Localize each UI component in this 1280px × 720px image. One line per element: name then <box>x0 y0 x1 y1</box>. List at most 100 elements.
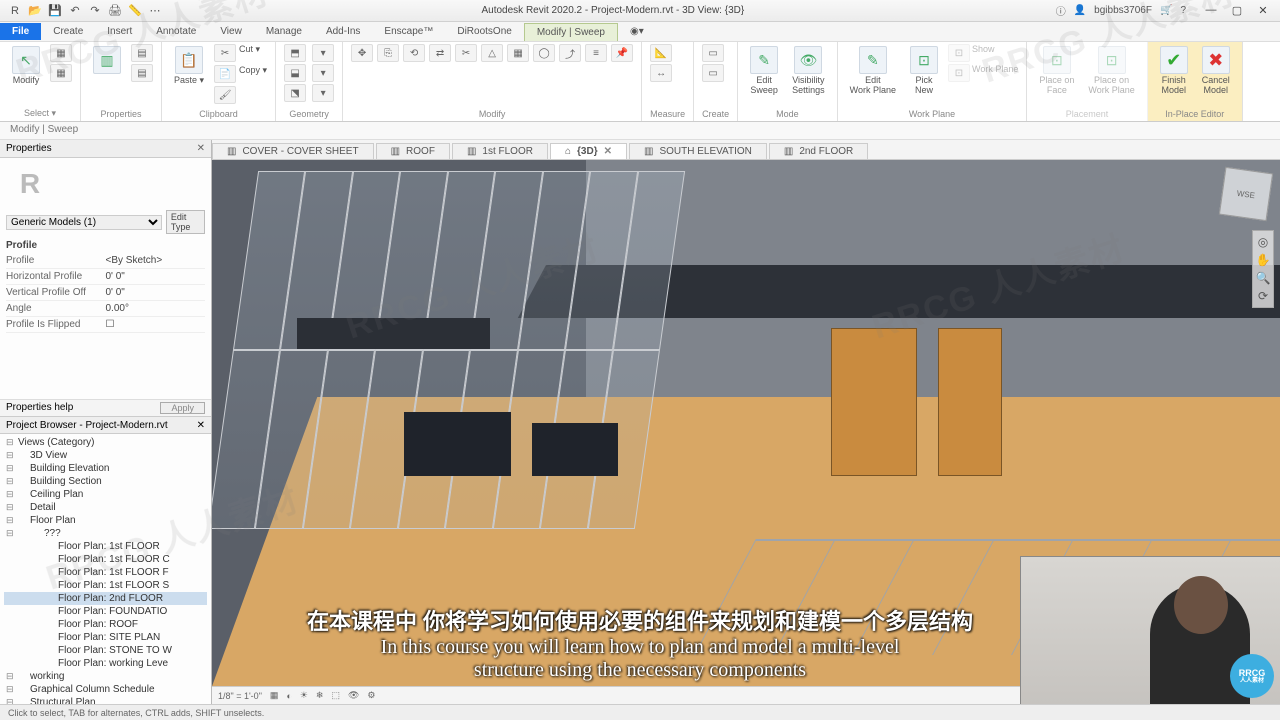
reveal-icon[interactable]: ⚙ <box>367 690 375 701</box>
scale-icon[interactable]: ◯ <box>533 44 555 62</box>
panel-measure: 📐↔ Measure <box>642 42 694 121</box>
pan-icon[interactable]: ✋ <box>1255 253 1271 267</box>
file-menu[interactable]: File <box>0 23 41 40</box>
copy-icon[interactable]: 📄 <box>214 65 236 83</box>
detail-level-icon[interactable]: ▦ <box>270 690 279 701</box>
trim-icon[interactable]: ✂ <box>455 44 477 62</box>
cancel-model-button[interactable]: ✖Cancel Model <box>1198 44 1234 98</box>
pin-icon[interactable]: 📌 <box>611 44 633 62</box>
view-cube[interactable]: WSE <box>1219 167 1273 221</box>
print-icon[interactable]: 🖨 <box>108 4 122 18</box>
rrcg-logo-icon: RRCG人人素材 <box>1230 654 1274 698</box>
save-icon[interactable]: 💾 <box>48 4 62 18</box>
select-opt2-icon[interactable]: ▦ <box>50 64 72 82</box>
menu-extra[interactable]: ◉▾ <box>618 23 656 40</box>
offset-icon[interactable]: ⤴ <box>559 44 581 62</box>
create1-icon[interactable]: ▭ <box>702 44 724 62</box>
tab-cover[interactable]: ▥COVER - COVER SHEET <box>212 143 374 159</box>
project-browser-close-icon[interactable]: ✕ <box>197 420 205 431</box>
menu-modify-sweep[interactable]: Modify | Sweep <box>524 23 618 41</box>
aligned-dim-icon[interactable]: 📐 <box>650 44 672 62</box>
finish-model-button[interactable]: ✔Finish Model <box>1156 44 1192 98</box>
menu-enscape[interactable]: Enscape™ <box>372 23 445 40</box>
type-prop-icon[interactable]: ▤ <box>131 44 153 62</box>
copytool-icon[interactable]: ⎘ <box>377 44 399 62</box>
cut-icon[interactable]: ✂ <box>214 44 236 62</box>
tab-south-elevation[interactable]: ▥SOUTH ELEVATION <box>629 143 767 159</box>
edit-type-button[interactable]: Edit Type <box>166 210 205 234</box>
tab-3d[interactable]: ⌂{3D}✕ <box>550 143 627 159</box>
menu-bar: File Create Insert Annotate View Manage … <box>0 22 1280 42</box>
table <box>297 318 489 350</box>
project-browser-tree[interactable]: Views (Category) 3D View Building Elevat… <box>0 434 211 704</box>
cope-icon[interactable]: ⬒ <box>284 44 306 62</box>
orbit-icon[interactable]: ⟳ <box>1255 289 1271 303</box>
mirror-icon[interactable]: ⇄ <box>429 44 451 62</box>
create2-icon[interactable]: ▭ <box>702 64 724 82</box>
ribbon: ↖Modify ▦▦ Select ▾ ▥ ▤▤ Properties 📋Pas… <box>0 42 1280 122</box>
menu-insert[interactable]: Insert <box>95 23 144 40</box>
navigation-bar[interactable]: ◎ ✋ 🔍 ⟳ <box>1252 230 1274 308</box>
family-prop-icon[interactable]: ▤ <box>131 64 153 82</box>
left-panels: Properties ✕ R Generic Models (1) Edit T… <box>0 140 212 704</box>
cutgeom-icon[interactable]: ⬓ <box>284 64 306 82</box>
help-icon[interactable]: ? <box>1180 5 1186 16</box>
apply-button[interactable]: Apply <box>160 402 205 414</box>
sofa <box>404 412 511 475</box>
visual-style-icon[interactable]: ◐ <box>286 691 291 701</box>
shadows-icon[interactable]: ❄ <box>316 690 324 701</box>
edit-workplane-button[interactable]: ✎Edit Work Plane <box>846 44 900 98</box>
select-opt-icon[interactable]: ▦ <box>50 44 72 62</box>
visibility-settings-button[interactable]: 👁Visibility Settings <box>788 44 829 98</box>
menu-annotate[interactable]: Annotate <box>144 23 208 40</box>
redo-icon[interactable]: ↷ <box>88 4 102 18</box>
category-select[interactable]: Generic Models (1) <box>6 215 162 230</box>
crop-icon[interactable]: ⬚ <box>331 690 340 701</box>
open-icon[interactable]: 📂 <box>28 4 42 18</box>
info-icon[interactable]: ⓘ <box>1056 3 1066 18</box>
align-icon[interactable]: ≡ <box>585 44 607 62</box>
sun-path-icon[interactable]: ☀ <box>300 690 308 701</box>
show-wp-icon: ⊡ <box>948 44 970 62</box>
move-icon[interactable]: ✥ <box>351 44 373 62</box>
menu-create[interactable]: Create <box>41 23 95 40</box>
split-icon[interactable]: △ <box>481 44 503 62</box>
array-icon[interactable]: ▦ <box>507 44 529 62</box>
pick-new-button[interactable]: ⊡Pick New <box>906 44 942 98</box>
properties-close-icon[interactable]: ✕ <box>197 143 205 154</box>
modify-button[interactable]: ↖Modify <box>8 44 44 88</box>
cart-icon[interactable]: 🛒 <box>1160 5 1172 16</box>
menu-diroots[interactable]: DiRootsOne <box>445 23 523 40</box>
user-area: ⓘ 👤 bgibbs3706F 🛒 ? <box>1056 3 1194 18</box>
hide-isolate-icon[interactable]: 👁 <box>348 690 359 701</box>
menu-addins[interactable]: Add-Ins <box>314 23 372 40</box>
match-icon[interactable]: 🖌 <box>214 86 236 104</box>
zoom-icon[interactable]: 🔍 <box>1255 271 1271 285</box>
minimize-button[interactable]: — <box>1200 4 1222 17</box>
tree-views[interactable]: Views (Category) <box>4 436 207 449</box>
tab-roof[interactable]: ▥ROOF <box>376 143 450 159</box>
properties-button[interactable]: ▥ <box>89 44 125 76</box>
tab-2nd-floor[interactable]: ▥2nd FLOOR <box>769 143 868 159</box>
menu-view[interactable]: View <box>208 23 254 40</box>
measure-icon[interactable]: 📏 <box>128 4 142 18</box>
tab-1st-floor[interactable]: ▥1st FLOOR <box>452 143 548 159</box>
undo-icon[interactable]: ↶ <box>68 4 82 18</box>
steering-wheel-icon[interactable]: ◎ <box>1255 235 1271 249</box>
panel-create: ▭▭ Create <box>694 42 738 121</box>
app-icon[interactable]: R <box>8 4 22 18</box>
menu-manage[interactable]: Manage <box>254 23 314 40</box>
paste-button[interactable]: 📋Paste ▾ <box>170 44 208 88</box>
scale-label[interactable]: 1/8" = 1'-0" <box>218 691 262 701</box>
maximize-button[interactable]: ▢ <box>1226 4 1248 17</box>
joingeom-icon[interactable]: ⬔ <box>284 84 306 102</box>
tab-close-icon[interactable]: ✕ <box>604 146 612 157</box>
qat-more-icon[interactable]: ⋯ <box>148 4 162 18</box>
user-icon[interactable]: 👤 <box>1074 5 1086 16</box>
panel-geometry: ⬒⬓⬔ ▾▾▾ Geometry <box>276 42 343 121</box>
rotate-icon[interactable]: ⟲ <box>403 44 425 62</box>
webcam-overlay: RRCG人人素材 <box>1020 556 1280 704</box>
edit-sweep-button[interactable]: ✎Edit Sweep <box>746 44 782 98</box>
close-button[interactable]: ✕ <box>1252 4 1274 17</box>
measure-between-icon[interactable]: ↔ <box>650 64 672 82</box>
